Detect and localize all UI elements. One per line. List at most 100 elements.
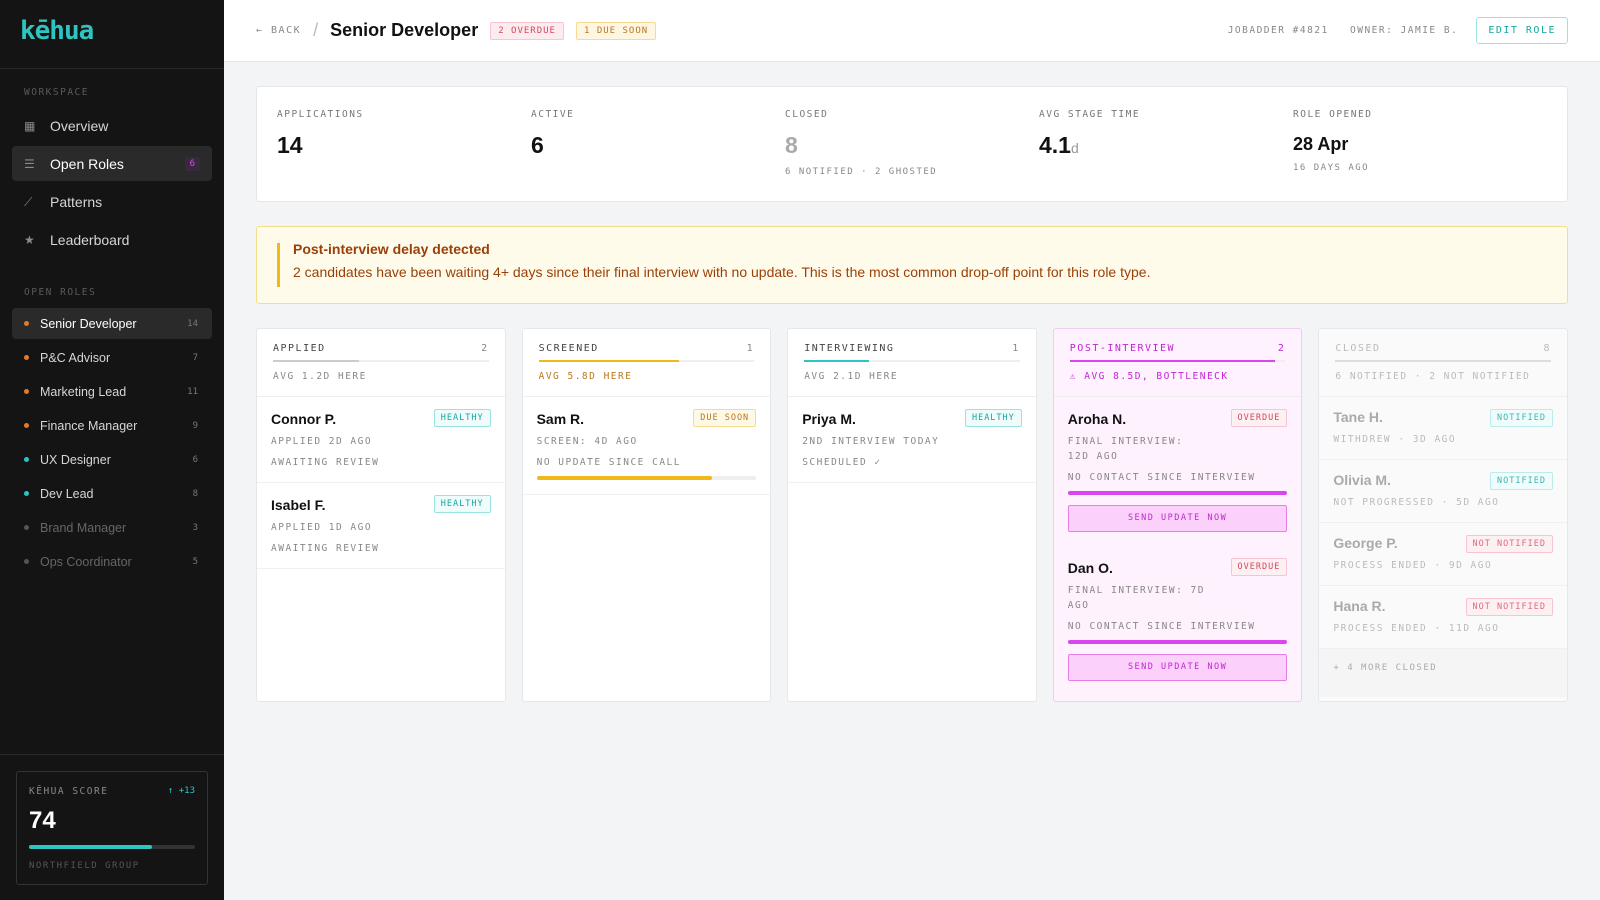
column-header: SCREENED 1 AVG 5.8D HERE [522,329,771,397]
edit-role-button[interactable]: EDIT ROLE [1476,17,1568,44]
role-status-dot [24,321,29,326]
column-interviewing: INTERVIEWING 1 AVG 2.1D HERE Priya M. HEALTH… [787,328,1037,702]
due-soon-badge: 1 DUE SOON [575,21,657,40]
alert-title: Post-interview delay detected [293,241,490,257]
role-status-dot [24,491,29,496]
candidate-detail: 2ND INTERVIEW TODAY [802,436,940,447]
sidebar-item-patterns[interactable]: ⟋ Patterns [12,184,212,219]
status-badge: NOT NOTIFIED [1465,535,1553,553]
column-count: 2 [481,343,489,354]
column-count: 1 [1012,343,1020,354]
candidate-card[interactable]: George P. NOT NOTIFIED PROCESS ENDED · 9D … [1319,523,1567,586]
stat-role-opened: ROLE OPENED 28 Apr 16 DAYS AGO [1293,109,1547,179]
role-item[interactable]: Dev Lead 8 [12,478,212,509]
status-badge: HEALTHY [433,409,491,427]
role-item[interactable]: P&C Advisor 7 [12,342,212,373]
sidebar-item-open-roles[interactable]: ☰ Open Roles 6 [12,146,212,181]
status-badge: HEALTHY [433,495,491,513]
stat-number: 28 Apr [1293,134,1349,154]
alert-body: 2 candidates have been waiting 4+ days s… [293,264,1151,280]
pipeline-board: APPLIED 2 AVG 1.2D HERE Connor P. HEALTHY APP… [256,328,1568,702]
candidate-note: AWAITING REVIEW [271,543,380,554]
candidate-card[interactable]: Aroha N. OVERDUE FINAL INTERVIEW: 12D AGO N… [1054,397,1302,546]
stat-unit: d [1070,140,1079,156]
role-owner: OWNER: JAMIE B. [1350,25,1459,36]
stat-label: APPLICATIONS [277,109,364,120]
role-item[interactable]: Ops Coordinator 5 [12,546,212,577]
role-item[interactable]: Marketing Lead 11 [12,376,212,407]
role-count: 5 [192,556,198,567]
wait-progress-bar [1067,491,1288,495]
candidate-detail: FINAL INTERVIEW: 7D AGO [1067,585,1205,611]
candidate-card[interactable]: Connor P. HEALTHY APPLIED 2D AGO AWAITING R… [257,397,505,483]
candidate-card[interactable]: Olivia M. NOTIFIED NOT PROGRESSED · 5D AGO [1319,460,1567,523]
stat-applications: APPLICATIONS 14 [277,109,531,179]
column-count: 8 [1543,343,1551,354]
open-roles-list: Senior Developer 14 P&C Advisor 7 Marketing … [0,308,224,577]
role-name: P&C Advisor [40,350,111,365]
role-name: Marketing Lead [40,384,127,399]
column-progress-fill [1335,360,1551,362]
column-title-row: INTERVIEWING 1 [804,343,1020,354]
role-status-dot [24,525,29,530]
stat-value: 8 [785,132,1039,159]
candidate-detail: APPLIED 1D AGO [271,522,373,533]
list-icon: ☰ [24,156,35,171]
back-link[interactable]: ← BACK [256,25,301,36]
stat-active: ACTIVE 6 [531,109,785,179]
workspace-label: WORKSPACE [24,87,89,98]
role-count: 11 [187,386,198,397]
candidate-card[interactable]: Priya M. HEALTHY 2ND INTERVIEW TODAY SCHEDU… [788,397,1036,483]
page-header: ← BACK / Senior Developer 2 OVERDUE 1 DU… [224,0,1600,62]
candidate-card[interactable]: Sam R. DUE SOON SCREEN: 4D AGO NO UPDATE SI… [522,397,771,495]
score-delta: ↑ +13 [167,786,195,796]
overdue-badge: 2 OVERDUE [490,21,564,40]
wait-progress-bar [536,476,757,480]
status-badge: NOTIFIED [1490,409,1553,427]
send-update-button[interactable]: SEND UPDATE NOW [1067,505,1288,532]
candidate-card[interactable]: Isabel F. HEALTHY APPLIED 1D AGO AWAITING R… [257,483,505,569]
column-title-row: CLOSED 8 [1335,343,1551,354]
column-avg: 6 NOTIFIED · 2 NOT NOTIFIED [1335,371,1531,382]
column-screened: SCREENED 1 AVG 5.8D HERE Sam R. DUE SOON SCRE… [521,328,772,702]
role-status-dot [24,559,29,564]
role-name: Finance Manager [40,418,138,433]
stat-label: CLOSED [785,109,829,120]
status-badge: HEALTHY [964,409,1022,427]
role-name: Ops Coordinator [40,554,132,569]
role-name: Senior Developer [40,316,137,331]
sidebar-item-leaderboard[interactable]: ★ Leaderboard [12,222,212,257]
column-avg: AVG 1.2D HERE [273,371,367,382]
column-title-row: POST-INTERVIEW 2 [1070,343,1286,354]
candidate-detail: PROCESS ENDED · 9D AGO [1333,560,1493,571]
role-item[interactable]: Brand Manager 3 [12,512,212,543]
stat-number: 14 [277,132,303,158]
sidebar-item-label: Leaderboard [50,231,130,248]
column-progress-line [1335,360,1551,362]
column-title: POST-INTERVIEW [1069,343,1176,354]
column-count: 1 [746,343,755,354]
stat-number: 8 [785,132,798,158]
role-item[interactable]: Senior Developer 14 [12,308,212,339]
score-progress-bar [29,845,195,849]
candidate-card[interactable]: Hana R. NOT NOTIFIED PROCESS ENDED · 11D A… [1319,586,1567,649]
role-item[interactable]: Finance Manager 9 [12,410,212,441]
kehua-score-card[interactable]: KĒHUA SCORE ↑ +13 74 NORTHFIELD GROUP [16,771,208,885]
sidebar-item-label: Overview [50,117,109,134]
stat-closed: CLOSED 8 6 NOTIFIED · 2 GHOSTED [785,109,1039,179]
candidate-detail: NOT PROGRESSED · 5D AGO [1333,497,1500,508]
app-logo[interactable]: kēhua [0,0,224,69]
role-item[interactable]: UX Designer 6 [12,444,212,475]
stat-avg-stage-time: AVG STAGE TIME 4.1d [1039,109,1293,179]
column-header: APPLIED 2 AVG 1.2D HERE [257,329,505,397]
column-progress-fill [273,360,360,362]
column-closed: CLOSED 8 6 NOTIFIED · 2 NOT NOTIFIED Tane H… [1318,328,1568,702]
stat-label: AVG STAGE TIME [1039,109,1141,120]
column-header: CLOSED 8 6 NOTIFIED · 2 NOT NOTIFIED [1319,329,1567,397]
candidate-card[interactable]: Tane H. NOTIFIED WITHDREW · 3D AGO [1319,397,1567,460]
send-update-button[interactable]: SEND UPDATE NOW [1067,654,1288,681]
sidebar-item-overview[interactable]: ▦ Overview [12,108,212,143]
more-closed-link[interactable]: + 4 MORE CLOSED [1319,649,1567,697]
sidebar: kēhua WORKSPACE ▦ Overview ☰ Open Roles 6 ⟋ Pa… [0,0,224,900]
candidate-card[interactable]: Dan O. OVERDUE FINAL INTERVIEW: 7D AGO NO C… [1054,546,1302,695]
